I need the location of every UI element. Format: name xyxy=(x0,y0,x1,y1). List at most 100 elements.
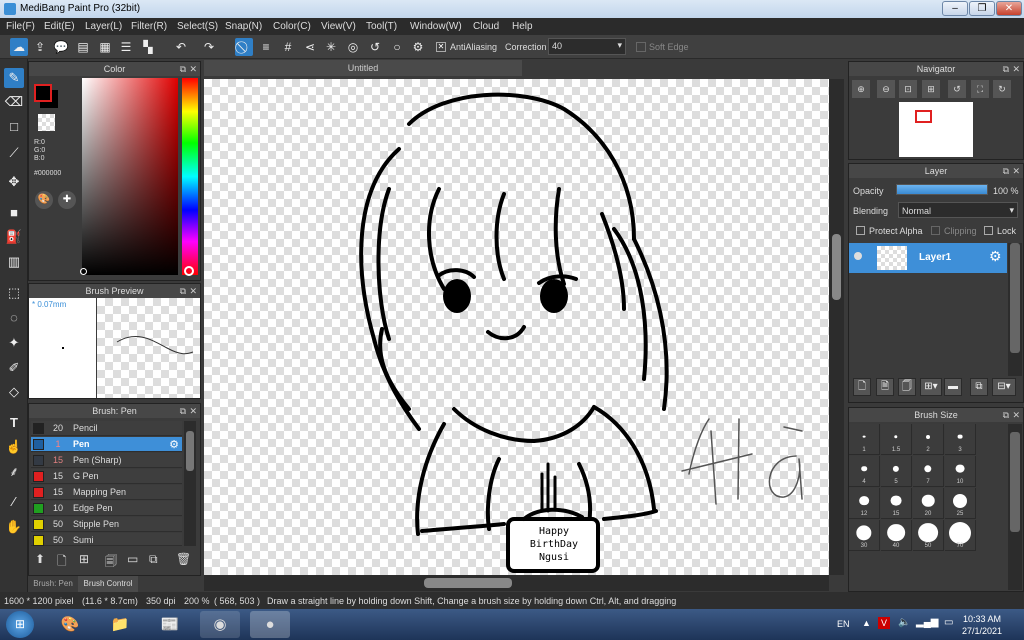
brush-item-stipple-pen[interactable]: 50 Stipple Pen xyxy=(31,517,182,532)
brush-size-option[interactable]: 15 xyxy=(881,488,912,519)
brush-item-g-pen[interactable]: 15 G Pen xyxy=(31,469,182,484)
soft-edge-checkbox[interactable] xyxy=(636,42,646,52)
brush-size-option[interactable]: 70 xyxy=(945,520,976,551)
canvas[interactable]: Happy BirthDay Ngusi Hà xyxy=(204,79,829,575)
menu-select[interactable]: Select(S) xyxy=(177,21,218,32)
close-button[interactable]: ✕ xyxy=(996,1,1022,16)
clipping-checkbox[interactable] xyxy=(931,226,940,235)
perspective-snap-icon[interactable]: ⋖ xyxy=(301,38,319,56)
brush-item-pencil[interactable]: 20 Pencil xyxy=(31,421,182,436)
scrollbar-thumb[interactable] xyxy=(186,431,194,471)
circle-snap-icon[interactable]: ○ xyxy=(388,38,406,56)
eyedropper-tool-icon[interactable]: ⁄ xyxy=(4,492,24,512)
palette-icon[interactable]: 🎨 xyxy=(35,191,53,209)
layer-row[interactable]: Layer1 ⚙ xyxy=(849,243,1007,273)
new-halftone-layer-icon[interactable]: 🗎 xyxy=(876,378,894,396)
zoom-out-icon[interactable]: ⊖ xyxy=(877,80,895,98)
office-app-icon[interactable]: 📰 xyxy=(150,611,190,638)
brush-size-option[interactable]: 1 xyxy=(849,424,880,455)
fit-icon[interactable]: ⊡ xyxy=(899,80,917,98)
menu-layer[interactable]: Layer(L) xyxy=(85,21,122,32)
select-pen-tool-icon[interactable]: ✐ xyxy=(4,358,24,378)
brush-tool-icon[interactable]: ✎ xyxy=(4,68,24,88)
brush-item-pen[interactable]: 1 Pen ⚙ xyxy=(31,437,182,452)
brush-size-option[interactable]: 20 xyxy=(913,488,944,519)
operation-tool-icon[interactable]: ☝ xyxy=(4,437,24,457)
chrome-app-icon[interactable]: ◉ xyxy=(200,611,240,638)
fullscreen-icon[interactable]: ⛶ xyxy=(971,80,989,98)
new-8bit-layer-icon[interactable]: 🗍 xyxy=(898,378,916,396)
magic-wand-tool-icon[interactable]: ✦ xyxy=(4,333,24,353)
antivirus-icon[interactable]: V xyxy=(878,617,890,629)
palette-add-icon[interactable]: ✚ xyxy=(58,191,76,209)
opacity-slider[interactable] xyxy=(896,184,988,195)
network-icon[interactable]: ▂▄▆ xyxy=(916,617,938,628)
bucket-tool-icon[interactable]: ⛽ xyxy=(4,227,24,247)
menu-cloud[interactable]: Cloud xyxy=(473,21,499,32)
eraser-tool-icon[interactable]: ⌫ xyxy=(4,92,24,112)
brush-size-option[interactable]: 50 xyxy=(913,520,944,551)
menu-file[interactable]: File(F) xyxy=(6,21,35,32)
brush-settings-icon[interactable]: 🗐 xyxy=(105,552,117,573)
rotate-right-icon[interactable]: ↻ xyxy=(993,80,1011,98)
shape-tool-icon[interactable]: □ xyxy=(4,117,24,137)
antialiasing-checkbox[interactable]: ✕ xyxy=(436,42,446,52)
new-brush-icon[interactable]: 🗋 xyxy=(57,552,67,573)
dropper-tool-icon[interactable]: ⸙ xyxy=(4,462,24,482)
menu-tool[interactable]: Tool(T) xyxy=(366,21,397,32)
snap-settings-icon[interactable]: ⚙ xyxy=(409,38,427,56)
redo-icon[interactable]: ↷ xyxy=(200,38,218,56)
brush-item-pen-sharp[interactable]: 15 Pen (Sharp) xyxy=(31,453,182,468)
navigator-thumbnail[interactable] xyxy=(899,102,973,157)
folder-icon[interactable]: ▬ xyxy=(944,378,962,396)
menu-snap[interactable]: Snap(N) xyxy=(225,21,262,32)
folder-icon[interactable]: ▭ xyxy=(127,552,138,566)
protect-alpha-checkbox[interactable] xyxy=(856,226,865,235)
transparent-color-swatch[interactable] xyxy=(38,114,55,131)
color-picker-cursor[interactable] xyxy=(80,268,87,275)
grid-icon[interactable]: ▚ xyxy=(139,38,157,56)
close-icon[interactable]: ✕ xyxy=(1012,408,1020,422)
language-indicator[interactable]: EN xyxy=(837,619,850,629)
duplicate-icon[interactable]: ⧉ xyxy=(149,552,158,567)
float-icon[interactable]: ⧉ xyxy=(1003,408,1009,422)
concentric-snap-icon[interactable]: ◎ xyxy=(344,38,362,56)
scrollbar-thumb[interactable] xyxy=(832,234,841,300)
float-icon[interactable]: ⧉ xyxy=(180,404,186,418)
panel-icon[interactable]: ▤ xyxy=(74,38,92,56)
scrollbar-thumb[interactable] xyxy=(424,578,512,588)
gear-icon[interactable]: ⚙ xyxy=(169,438,179,451)
parallel-snap-icon[interactable]: ≡ xyxy=(257,38,275,56)
rotate-left-icon[interactable]: ↺ xyxy=(948,80,966,98)
speaker-icon[interactable]: 🔈 xyxy=(898,617,910,628)
fill-rect-tool-icon[interactable]: ■ xyxy=(4,203,24,223)
radial-snap-icon[interactable]: ✳ xyxy=(322,38,340,56)
menu-edit[interactable]: Edit(E) xyxy=(44,21,75,32)
add-brush-icon[interactable]: ⊞ xyxy=(79,552,89,566)
cloud-icon[interactable]: ☁ xyxy=(10,38,28,56)
brush-size-option[interactable]: 40 xyxy=(881,520,912,551)
move-tool-icon[interactable]: ✥ xyxy=(4,172,24,192)
brush-size-option[interactable]: 4 xyxy=(849,456,880,487)
share-icon[interactable]: ⇪ xyxy=(31,38,49,56)
foreground-color-swatch[interactable] xyxy=(34,84,52,102)
battery-icon[interactable]: ▭ xyxy=(944,617,953,628)
tab-brush[interactable]: Brush: Pen xyxy=(28,576,78,592)
lasso-tool-icon[interactable]: ◌ xyxy=(4,308,24,328)
float-icon[interactable]: ⧉ xyxy=(1003,164,1009,178)
menu-view[interactable]: View(V) xyxy=(321,21,356,32)
scrollbar-thumb[interactable] xyxy=(1010,432,1020,532)
folder-app-icon[interactable]: 📁 xyxy=(100,611,140,638)
lock-checkbox[interactable] xyxy=(984,226,993,235)
brush-size-option[interactable]: 2 xyxy=(913,424,944,455)
gradient-tool-icon[interactable]: ▥ xyxy=(4,252,24,272)
canvas-vertical-scrollbar[interactable] xyxy=(829,79,844,575)
tab-brush-control[interactable]: Brush Control xyxy=(78,576,138,592)
hand-tool-icon[interactable]: ✋ xyxy=(4,517,24,537)
brush-size-option[interactable]: 5 xyxy=(881,456,912,487)
close-icon[interactable]: ✕ xyxy=(1012,164,1020,178)
clock-date[interactable]: 27/1/2021 xyxy=(962,626,1002,636)
paint-app-icon[interactable]: 🎨 xyxy=(50,611,90,638)
eye-icon[interactable] xyxy=(854,252,862,260)
viewport-indicator[interactable] xyxy=(915,110,932,123)
